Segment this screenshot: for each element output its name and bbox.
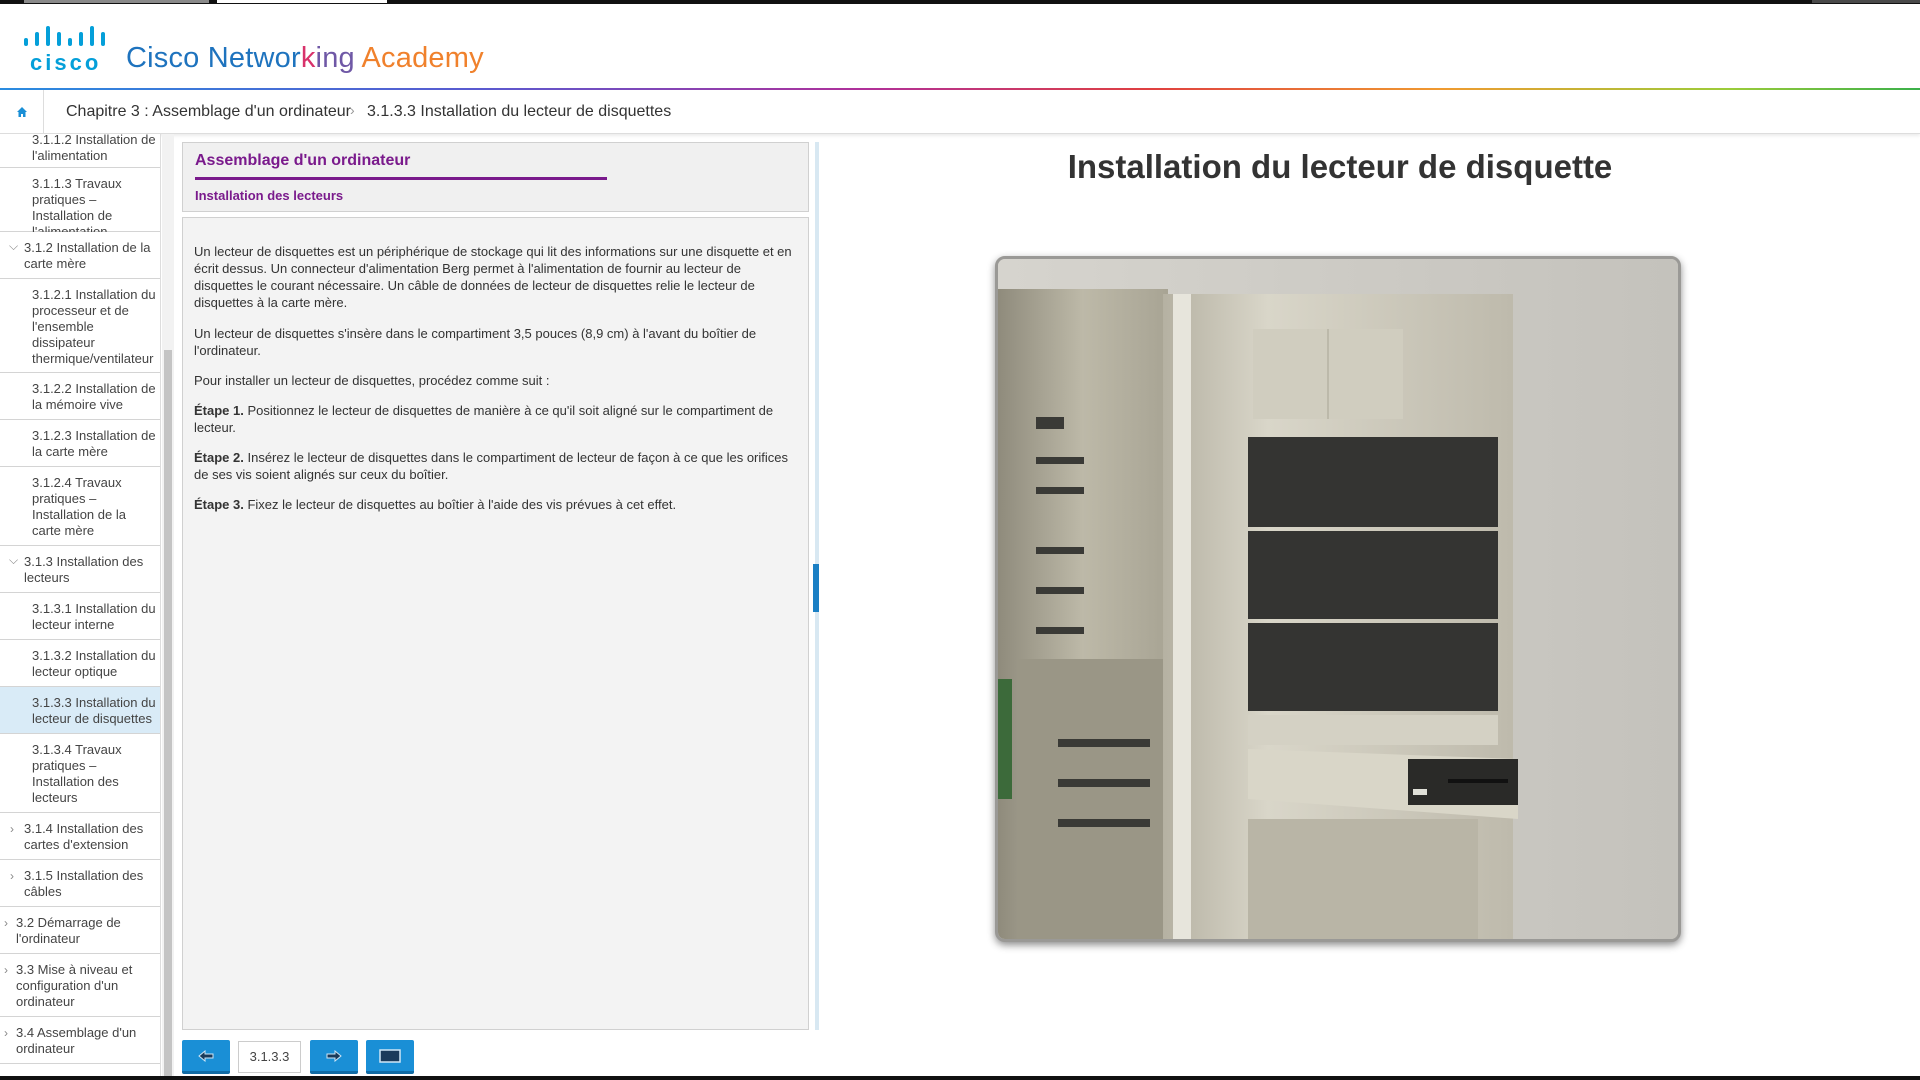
computer-case-illustration (998, 259, 1678, 939)
section-subtitle: Installation des lecteurs (195, 188, 344, 203)
arrow-left-icon (198, 1049, 214, 1062)
sidebar-item[interactable]: › 3.1.5 Installation des câbles (0, 860, 160, 907)
sidebar-item-label: 3.2 Démarrage de l'ordinateur (16, 915, 121, 946)
sidebar-item[interactable]: 3.1.2.2 Installation de la mémoire vive (0, 373, 160, 420)
step-label: Étape 2. (194, 450, 244, 465)
sidebar-item-label: 3.1.2.4 Travaux pratiques – Installation… (32, 475, 126, 538)
arrow-right-icon (326, 1049, 342, 1062)
breadcrumb: Chapitre 3 : Assemblage d'un ordinateur … (0, 90, 1920, 134)
app-title-part: Academy (354, 42, 484, 74)
panel-resize-handle[interactable] (813, 564, 819, 612)
tab-indicator (24, 0, 209, 3)
chevron-right-icon: › (4, 963, 8, 977)
sidebar-item[interactable]: › 3.1.4 Installation des cartes d'extensi… (0, 813, 160, 860)
next-page-button[interactable] (310, 1040, 358, 1074)
previous-page-button[interactable] (182, 1040, 230, 1074)
sidebar-item-label: 3.4 Assemblage d'un ordinateur (16, 1025, 137, 1056)
cisco-logo-text: cisco (30, 50, 102, 75)
step-text: Positionnez le lecteur de disquettes de … (194, 403, 774, 435)
sidebar-item[interactable]: 3.1.1.3 Travaux pratiques – Installation… (0, 168, 160, 239)
sidebar-scrollbar[interactable] (162, 134, 174, 1078)
sidebar-item-label: 3.1.1.3 Travaux pratiques – Installation… (32, 176, 122, 239)
cisco-logo-bars-icon (24, 26, 105, 46)
step-text: Fixez le lecteur de disquettes au boîtie… (243, 497, 677, 512)
text-panel: Un lecteur de disquettes est un périphér… (182, 217, 809, 1030)
sidebar-item-label: 3.1.3 Installation des lecteurs (24, 554, 144, 585)
sidebar-item-label: 3.1.1.2 Installation de l'alimentation (32, 134, 156, 163)
media-title: Installation du lecteur de disquette (1067, 148, 1613, 185)
tab-indicator (217, 0, 387, 3)
sidebar-item[interactable]: ⌵ 3.1.2 Installation de la carte mère (0, 232, 160, 279)
module-title-underline (195, 177, 607, 180)
sidebar-item-label: 3.1.2.2 Installation de la mémoire vive (32, 381, 156, 412)
app-header: cisco Cisco Networking Academy (0, 4, 1920, 88)
sidebar-item-label: 3.1.3.3 Installation du lecteur de disqu… (32, 695, 156, 726)
sidebar-item[interactable]: 3.1.3.1 Installation du lecteur interne (0, 593, 160, 640)
app-title-part: Cisco Networ (126, 42, 301, 74)
chevron-right-icon: › (10, 822, 14, 836)
app-title-part: ing (315, 42, 355, 74)
page-number: 3.1.3.3 (238, 1041, 301, 1073)
sidebar-nav: 3.1.1.2 Installation de l'alimentation 3… (0, 134, 161, 1078)
window-bottom-strip (0, 1076, 1920, 1080)
paragraph: Un lecteur de disquettes est un périphér… (194, 244, 792, 310)
sidebar-item-label: 3.1.3.4 Travaux pratiques – Installation… (32, 742, 122, 805)
floppy-drive-installation-image (995, 256, 1681, 942)
chevron-down-icon: ⌵ (9, 239, 19, 253)
chevron-down-icon: ⌵ (9, 553, 19, 567)
paragraph: Pour installer un lecteur de disquettes,… (194, 373, 550, 388)
sidebar-item[interactable]: › 3.3 Mise à niveau et configuration d'un… (0, 954, 160, 1017)
sidebar-item-label: 3.1.3.2 Installation du lecteur optique (32, 648, 156, 679)
sidebar-item-active[interactable]: 3.1.3.3 Installation du lecteur de disqu… (0, 687, 160, 734)
chevron-right-icon: › (10, 869, 14, 883)
home-button[interactable] (0, 90, 44, 134)
sidebar-item[interactable]: 3.1.3.4 Travaux pratiques – Installation… (0, 734, 160, 813)
sidebar-item-label: 3.3 Mise à niveau et configuration d'un … (16, 962, 133, 1009)
paragraph: Un lecteur de disquettes s'insère dans l… (194, 326, 757, 358)
sidebar-scrollbar-thumb[interactable] (164, 350, 172, 1078)
sidebar-item-label: 3.1.5 Installation des câbles (24, 868, 144, 899)
step-label: Étape 1. (194, 403, 244, 418)
sidebar-item[interactable]: › 3.4 Assemblage d'un ordinateur (0, 1017, 160, 1064)
app-title: Cisco Networking Academy (126, 42, 484, 75)
sidebar-item[interactable]: 3.1.2.1 Installation du processeur et de… (0, 279, 160, 373)
sidebar-item-label: 3.1.2.3 Installation de la carte mère (32, 428, 156, 459)
sidebar-item[interactable]: › 3.2 Démarrage de l'ordinateur (0, 907, 160, 954)
chevron-right-icon: › (4, 1026, 8, 1040)
tab-indicator (1812, 0, 1920, 3)
module-title: Assemblage d'un ordinateur (195, 152, 411, 169)
sidebar-item[interactable]: ⌵ 3.1.3 Installation des lecteurs (0, 546, 160, 593)
breadcrumb-separator: › (350, 102, 355, 118)
media-icon (379, 1048, 401, 1063)
step-3: Étape 3. Fixez le lecteur de disquettes … (194, 496, 796, 513)
sidebar-item[interactable]: 3.1.1.2 Installation de l'alimentation (0, 134, 160, 168)
step-text: Insérez le lecteur de disquettes dans le… (194, 450, 788, 482)
breadcrumb-chapter-link[interactable]: Chapitre 3 : Assemblage d'un ordinateur (66, 103, 351, 121)
media-toggle-button[interactable] (366, 1040, 414, 1074)
sidebar-item[interactable]: 3.1.2.4 Travaux pratiques – Installation… (0, 467, 160, 546)
sidebar-item-label: 3.1.2 Installation de la carte mère (24, 240, 151, 271)
page-navigation: 3.1.3.3 (182, 1040, 442, 1074)
module-header: Assemblage d'un ordinateur Installation … (182, 142, 809, 212)
sidebar-item-label: 3.1.2.1 Installation du processeur et de… (32, 287, 156, 366)
home-icon (16, 107, 27, 117)
sidebar-item-label: 3.1.3.1 Installation du lecteur interne (32, 601, 156, 632)
step-label: Étape 3. (194, 497, 244, 512)
text-column: Assemblage d'un ordinateur Installation … (182, 142, 809, 1030)
chevron-right-icon: › (4, 916, 8, 930)
app-title-part: k (300, 42, 316, 74)
breadcrumb-current: 3.1.3.3 Installation du lecteur de disqu… (367, 103, 672, 120)
step-2: Étape 2. Insérez le lecteur de disquette… (194, 449, 796, 483)
sidebar-item-label: 3.1.4 Installation des cartes d'extensio… (24, 821, 144, 852)
step-1: Étape 1. Positionnez le lecteur de disqu… (194, 402, 796, 436)
sidebar-item[interactable]: 3.1.2.3 Installation de la carte mère (0, 420, 160, 467)
sidebar-item[interactable]: 3.1.3.2 Installation du lecteur optique (0, 640, 160, 687)
